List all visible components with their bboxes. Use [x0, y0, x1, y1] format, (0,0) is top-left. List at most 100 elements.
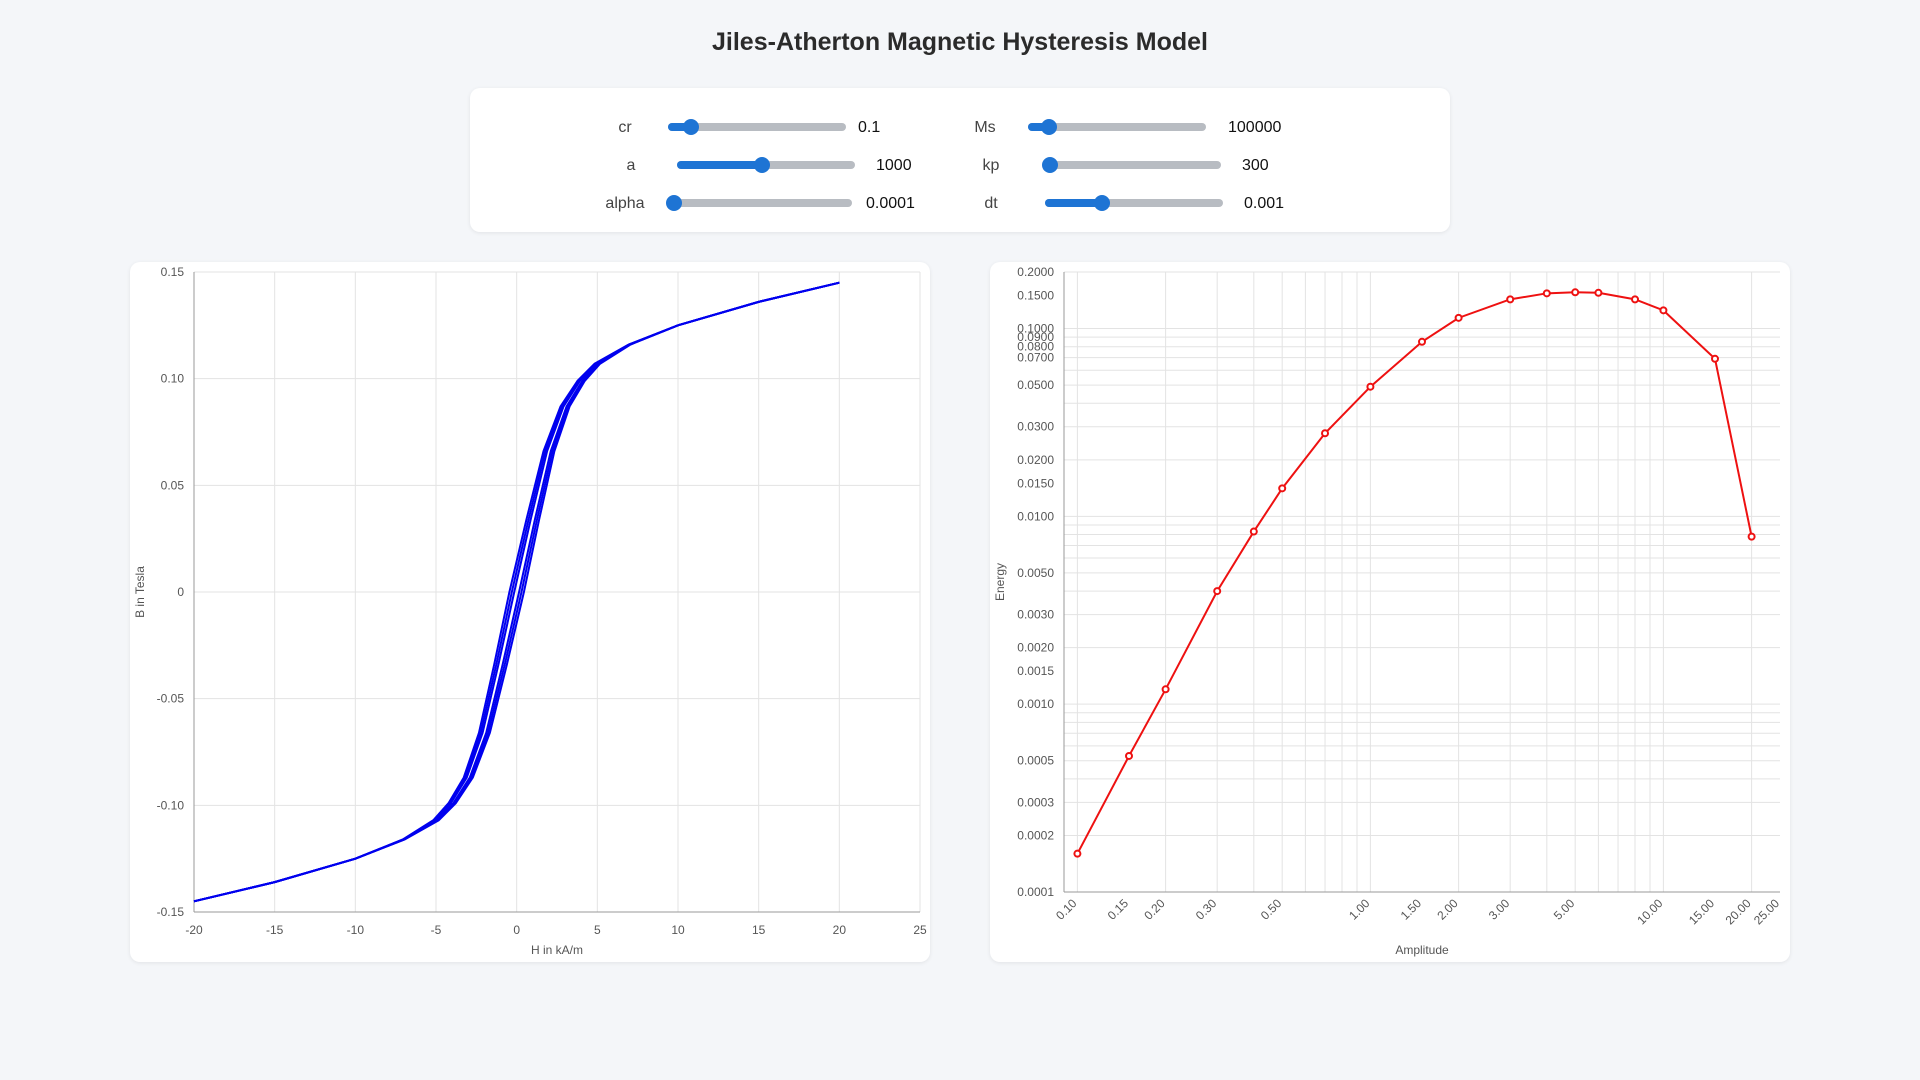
x-tick-label: 0.50 [1258, 896, 1285, 923]
slider-dt[interactable] [1045, 195, 1223, 211]
y-tick-label: -0.05 [157, 692, 185, 706]
control-label-a: a [626, 157, 636, 174]
slider-thumb[interactable] [683, 119, 700, 135]
energy-point [1278, 484, 1287, 493]
x-tick-label: 0.15 [1105, 896, 1132, 923]
y-tick-label: 0.05 [161, 478, 185, 492]
energy-point [1631, 295, 1640, 304]
y-tick-label: 0.0050 [1017, 566, 1054, 580]
control-value-alpha: 0.0001 [866, 195, 915, 212]
hysteresis-chart-panel: -20 -15 -10 -5 0 5 10 15 20 25 0.15 0.10 0.05 0 -0.05 -… [130, 262, 930, 962]
y-tick-label: 0.0300 [1017, 420, 1054, 434]
y-tick-label: 0.0020 [1017, 641, 1054, 655]
energy-point [1073, 849, 1082, 858]
y-tick-label: 0.0200 [1017, 453, 1054, 467]
control-label-dt: dt [984, 195, 998, 212]
energy-point [1321, 429, 1330, 438]
parameter-panel: cr 0.1 Ms 100000 a 1000 kp 300 alpha 0.0… [470, 88, 1450, 232]
energy-point [1710, 354, 1719, 363]
control-value-kp: 300 [1242, 157, 1269, 174]
energy-point [1571, 288, 1580, 297]
x-tick-label: 2.00 [1434, 896, 1461, 923]
x-tick-label: 5 [594, 923, 601, 937]
y-axis-label: B in Tesla [133, 566, 147, 618]
y-tick-label: 0.15 [161, 265, 185, 279]
x-tick-label: 1.00 [1346, 896, 1373, 923]
slider-cr[interactable] [668, 119, 846, 135]
y-tick-label: 0.2000 [1017, 265, 1054, 279]
y-tick-label: 0.0700 [1017, 351, 1054, 365]
slider-alpha[interactable] [666, 195, 852, 211]
x-tick-label: -10 [347, 923, 365, 937]
x-tick-label: 15 [752, 923, 766, 937]
energy-point [1125, 751, 1134, 760]
x-tick-label: 20.00 [1723, 896, 1754, 927]
energy-point [1594, 288, 1603, 297]
energy-point [1366, 382, 1375, 391]
page-title: Jiles-Atherton Magnetic Hysteresis Model [712, 28, 1208, 56]
slider-thumb[interactable] [1042, 157, 1059, 173]
y-tick-label: 0.1500 [1017, 288, 1054, 302]
x-tick-label: -5 [431, 923, 442, 937]
slider-ms[interactable] [1028, 119, 1206, 135]
energy-point [1659, 306, 1668, 315]
slider-kp[interactable] [1042, 157, 1221, 173]
x-tick-label: -15 [266, 923, 284, 937]
y-tick-label: -0.10 [157, 798, 185, 812]
x-tick-label: 0 [513, 923, 520, 937]
control-label-alpha: alpha [605, 195, 645, 212]
y-tick-label: 0 [177, 585, 184, 599]
energy-point [1418, 337, 1426, 346]
slider-thumb[interactable] [1093, 195, 1110, 211]
y-tick-label: 0.0001 [1017, 885, 1054, 899]
energy-point [1542, 289, 1551, 298]
x-axis-label: H in kA/m [531, 943, 583, 957]
energy-chart: 0.10 0.15 0.20 0.30 0.50 1.00 1.50 2.00 3.00 5.00… [993, 265, 1782, 957]
y-tick-label: -0.15 [157, 905, 185, 919]
y-tick-label: 0.0500 [1017, 378, 1054, 392]
x-tick-label: 20 [833, 923, 847, 937]
x-tick-label: 5.00 [1551, 896, 1578, 923]
slider-a[interactable] [677, 157, 855, 173]
x-tick-label: 0.30 [1193, 896, 1220, 923]
y-axis-label: Energy [993, 563, 1007, 601]
y-tick-label: 0.0015 [1017, 664, 1054, 678]
y-tick-label: 0.0003 [1017, 795, 1054, 809]
x-tick-label: 10.00 [1634, 896, 1665, 927]
energy-point [1747, 532, 1756, 541]
y-tick-label: 0.0100 [1017, 509, 1054, 523]
x-tick-label: 0.10 [1053, 896, 1080, 923]
slider-thumb[interactable] [754, 157, 771, 173]
x-axis-label: Amplitude [1395, 943, 1449, 957]
energy-point [1213, 587, 1222, 596]
x-tick-label: 0.20 [1141, 896, 1168, 923]
control-label-ms: Ms [974, 119, 996, 136]
energy-point [1506, 295, 1515, 304]
control-label-kp: kp [982, 157, 1000, 174]
x-tick-label: -20 [185, 923, 203, 937]
control-value-ms: 100000 [1228, 119, 1282, 136]
x-tick-label: 15.00 [1686, 896, 1717, 927]
slider-thumb[interactable] [1041, 119, 1058, 135]
y-tick-label: 0.0005 [1017, 754, 1054, 768]
slider-thumb[interactable] [666, 195, 682, 211]
y-tick-label: 0.0010 [1017, 697, 1054, 711]
x-tick-label: 3.00 [1486, 896, 1513, 923]
energy-point [1454, 313, 1463, 322]
control-value-cr: 0.1 [858, 119, 881, 136]
x-tick-label: 25 [913, 923, 927, 937]
energy-chart-panel: 0.10 0.15 0.20 0.30 0.50 1.00 1.50 2.00 3.00 5.00… [990, 262, 1790, 962]
y-tick-label: 0.0150 [1017, 476, 1054, 490]
hysteresis-chart: -20 -15 -10 -5 0 5 10 15 20 25 0.15 0.10 0.05 0 -0.05 -… [133, 265, 927, 957]
control-value-dt: 0.001 [1244, 195, 1285, 212]
energy-point [1249, 527, 1258, 536]
x-tick-label: 25.00 [1751, 896, 1782, 927]
y-tick-label: 0.0002 [1017, 828, 1054, 842]
x-tick-label: 10 [671, 923, 685, 937]
control-value-a: 1000 [876, 157, 912, 174]
y-tick-label: 0.0030 [1017, 608, 1054, 622]
y-tick-label: 0.10 [161, 372, 185, 386]
energy-point [1161, 685, 1170, 694]
x-tick-label: 1.50 [1398, 896, 1425, 923]
control-label-cr: cr [618, 119, 632, 136]
